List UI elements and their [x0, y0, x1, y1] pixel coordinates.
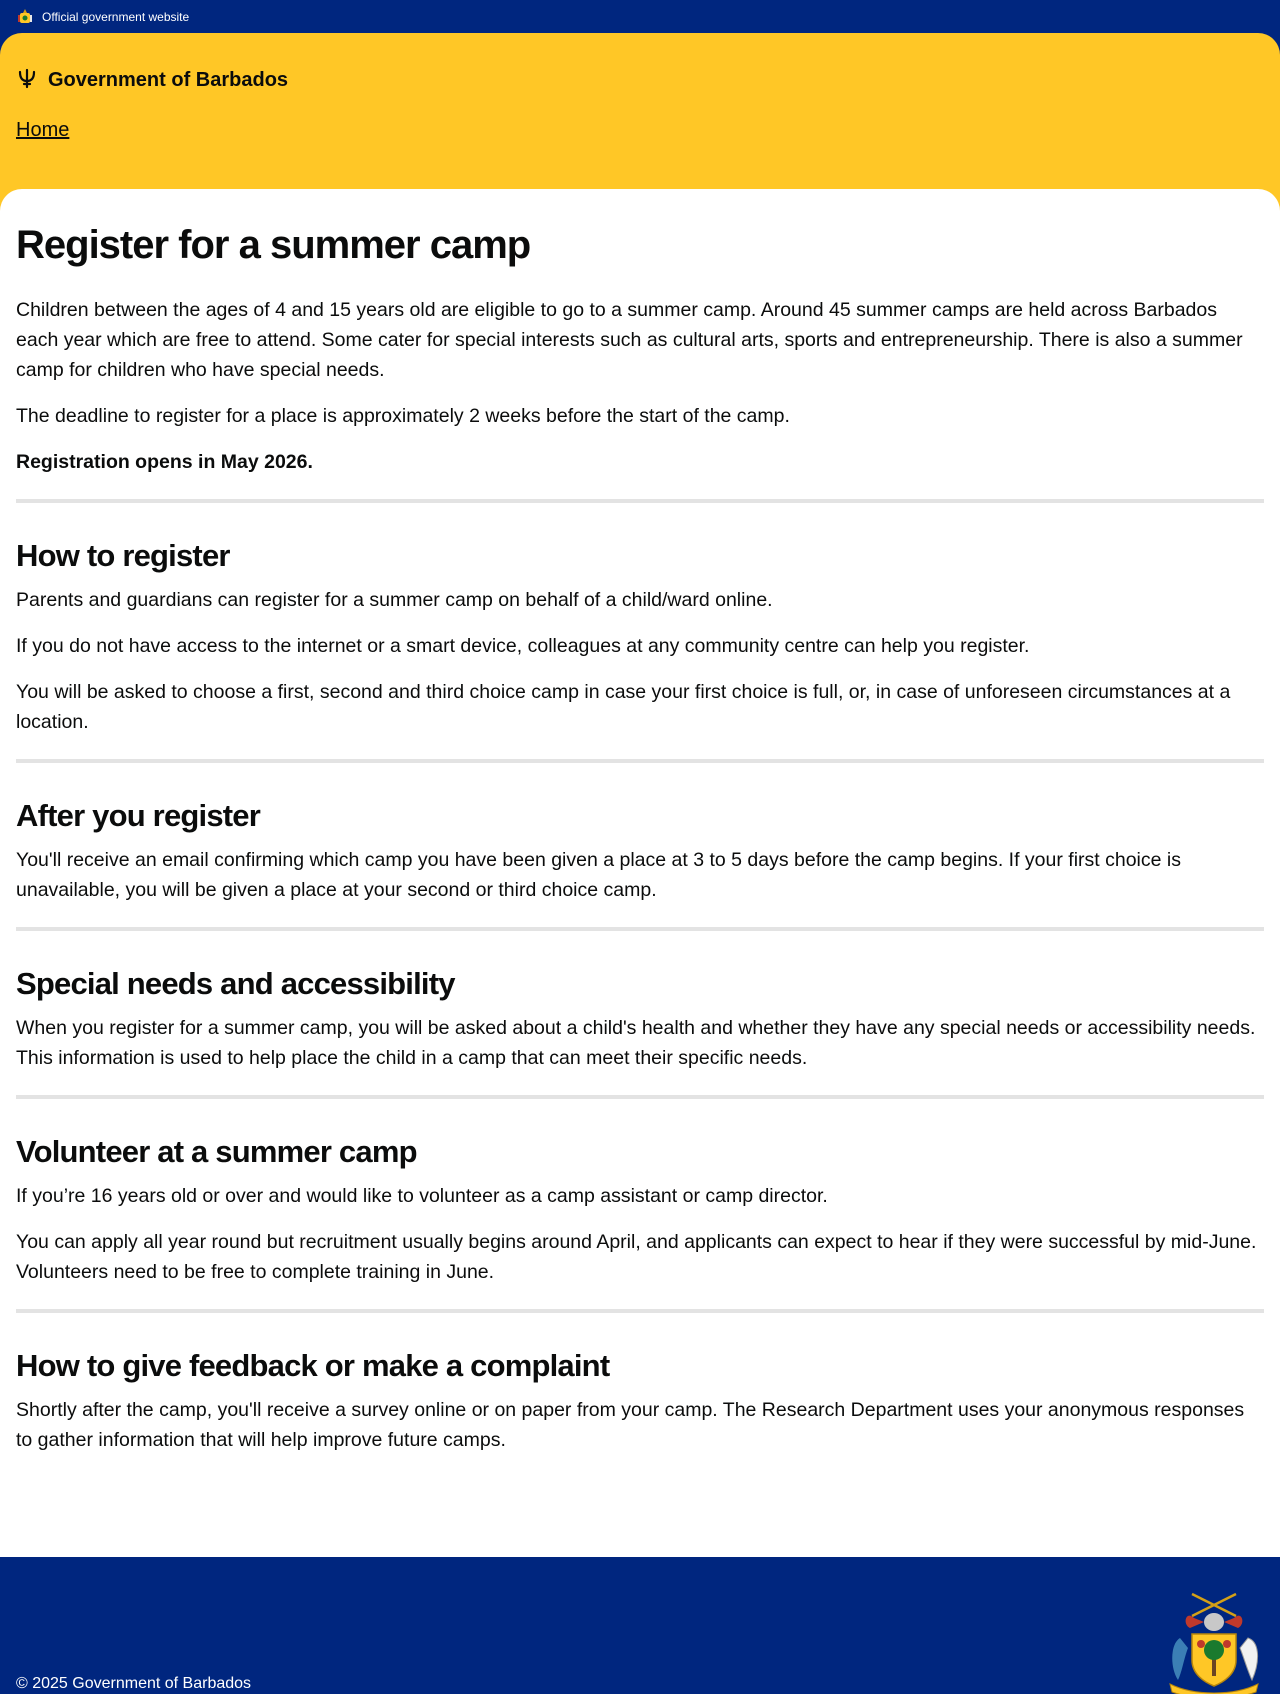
brand-name: Government of Barbados	[48, 69, 289, 91]
section-divider	[16, 759, 1264, 764]
coat-of-arms-icon	[1164, 1588, 1264, 1694]
section-after-you-register: After you register You'll receive an ema…	[16, 798, 1264, 905]
coat-of-arms-icon	[16, 8, 34, 26]
section-volunteer: Volunteer at a summer camp If you’re 16 …	[16, 1135, 1264, 1287]
registration-notice: Registration opens in May 2026.	[16, 451, 313, 473]
section-divider	[16, 927, 1264, 932]
section-paragraph: Parents and guardians can register for a…	[16, 589, 773, 612]
section-how-to-register: How to register Parents and guardians ca…	[16, 538, 1264, 737]
brand-link[interactable]: Government of Barbados	[16, 67, 1264, 94]
section-paragraph: If you’re 16 years old or over and would…	[16, 1185, 828, 1208]
site-footer: © 2025 Government of Barbados	[0, 1557, 1280, 1694]
breadcrumb: Home	[16, 119, 1264, 142]
section-divider	[16, 499, 1264, 503]
official-banner-label: Official government website	[42, 9, 190, 24]
trident-icon	[16, 67, 38, 94]
section-paragraph: You can apply all year round but recruit…	[16, 1231, 1257, 1284]
section-divider	[16, 1095, 1264, 1100]
intro-paragraph-1: Children between the ages of 4 and 15 ye…	[16, 299, 1243, 381]
intro-paragraph-2: The deadline to register for a place is …	[16, 405, 790, 427]
copyright-text: © 2025 Government of Barbados	[16, 1675, 252, 1692]
section-heading: Special needs and accessibility	[16, 966, 456, 1002]
section-heading: How to give feedback or make a complaint	[16, 1348, 610, 1384]
section-paragraph: If you do not have access to the interne…	[16, 635, 1030, 658]
section-paragraph: When you register for a summer camp, you…	[16, 1017, 1256, 1070]
site-header: Government of Barbados Home	[0, 33, 1280, 191]
official-banner: Official government website	[0, 0, 1280, 33]
section-paragraph: Shortly after the camp, you'll receive a…	[16, 1399, 1245, 1452]
section-heading: Volunteer at a summer camp	[16, 1134, 418, 1170]
section-heading: After you register	[16, 798, 261, 834]
page-title: Register for a summer camp	[16, 223, 531, 267]
section-paragraph: You will be asked to choose a first, sec…	[16, 681, 1231, 734]
section-paragraph: You'll receive an email confirming which…	[16, 849, 1181, 902]
section-divider	[16, 1309, 1264, 1314]
breadcrumb-home-link[interactable]: Home	[16, 119, 69, 141]
section-heading: How to register	[16, 538, 230, 573]
section-special-needs: Special needs and accessibility When you…	[16, 967, 1264, 1073]
main-content: Register for a summer camp Children betw…	[0, 189, 1280, 1557]
section-feedback: How to give feedback or make a complaint…	[16, 1349, 1264, 1455]
